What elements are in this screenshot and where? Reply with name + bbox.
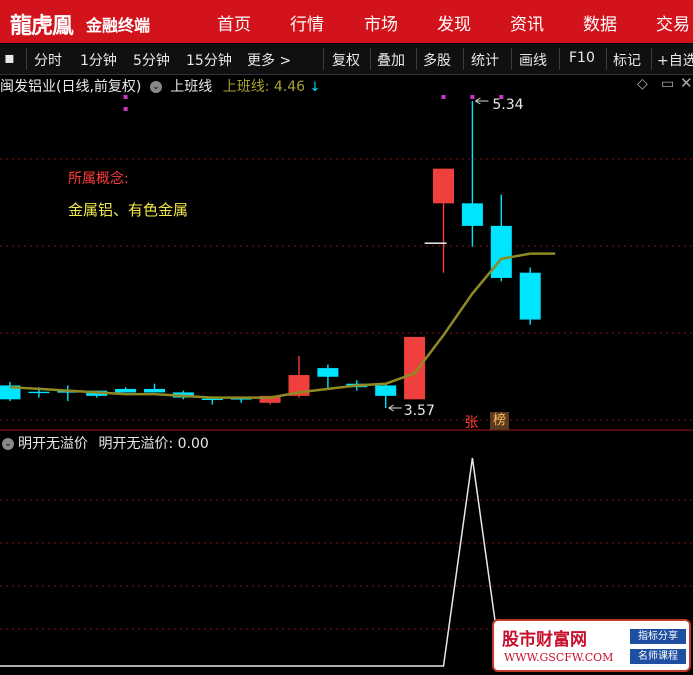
divider [416,48,417,70]
candle-body [259,395,281,403]
period-tick[interactable]: 分时 [34,50,62,70]
window-icon[interactable]: ▭ [661,76,674,92]
candle-body [346,383,368,388]
candle-body [404,336,426,400]
candles [0,101,556,408]
multi-stock-button[interactable]: 多股 [423,50,451,70]
sub-indicator-name[interactable]: 明开无溢价 [18,436,88,452]
watermark-tag-courses: 名师课程 [630,649,686,664]
chart-grid [0,158,693,630]
divider [463,48,464,70]
chart-toolbar: ▪ 分时 1分钟 5分钟 15分钟 更多 > 复权 叠加 多股 统计 画线 F1… [0,44,693,75]
indicator-name[interactable]: 上班线 [170,79,212,95]
period-more[interactable]: 更多 > [247,50,291,70]
candle-body [172,392,194,398]
chevron-down-icon[interactable]: ⌄ [149,81,162,93]
signal-dot [470,95,475,99]
square-icon[interactable]: ▪ [4,48,15,67]
watermark-logo: 股市财富网 WWW.GSCFW.COM 指标分享 名师课程 [492,619,691,672]
divider [606,48,607,70]
sub-indicator-value: 明开无溢价: 0.00 [98,436,209,452]
candle-body [115,388,137,393]
high-label: 5.34 [492,97,523,113]
period-1min[interactable]: 1分钟 [80,50,117,70]
low-arrow [388,404,402,412]
candle-body [0,385,21,400]
mark-button[interactable]: 标记 [613,50,641,70]
candle-body [490,225,512,278]
nav-quotes[interactable]: 行情 [290,10,324,35]
divider [26,48,27,70]
divider [511,48,512,70]
nav-home[interactable]: 首页 [217,10,251,35]
overlay-button[interactable]: 叠加 [377,50,405,70]
period-5min[interactable]: 5分钟 [133,50,170,70]
nav-data[interactable]: 数据 [583,10,617,35]
f10-button[interactable]: F10 [569,50,595,66]
divider [559,48,560,70]
brand-logo[interactable]: 龍虎鳯 [10,8,74,40]
top-nav-bar: 龍虎鳯 金融终端 首页 行情 市场 发现 资讯 数据 交易 [0,0,693,43]
divider [370,48,371,70]
limit-up-badge[interactable]: 张 [462,412,481,431]
nav-news[interactable]: 资讯 [510,10,544,35]
candle-body [375,385,397,396]
sub-chart-header: ⌄ 明开无溢价 明开无溢价: 0.00 [0,433,209,453]
add-watchlist-button[interactable]: +自选 [657,50,693,70]
nav-market[interactable]: 市场 [364,10,398,35]
nav-discover[interactable]: 发现 [437,10,471,35]
sub-indicator-line [0,457,560,667]
signal-dot [499,95,504,99]
candle-body [461,203,483,226]
candle-body [144,388,165,393]
candle-body [57,390,79,393]
signal-dot [123,107,128,111]
app-name: 金融终端 [86,16,151,35]
candle-body [519,272,541,320]
candle-body [433,168,454,204]
chevron-down-icon[interactable]: ⌄ [2,438,14,450]
main-chart-header: 闽发铝业(日线,前复权) ⌄ 上班线 上班线: 4.46 ↓ [0,76,320,96]
divider [651,48,652,70]
candle-body [86,390,108,396]
candle-body [230,397,252,400]
candle-body [288,375,310,396]
nav-trade[interactable]: 交易 [656,10,690,35]
adjust-button[interactable]: 复权 [332,50,360,70]
draw-line-button[interactable]: 画线 [519,50,547,70]
divider [323,48,324,70]
ranking-badge[interactable]: 榜 [490,412,509,430]
high-arrow [475,97,489,105]
concept-label: 所属概念: [68,171,129,187]
candle-body [317,368,339,377]
watermark-tag-indicators: 指标分享 [630,629,686,644]
watermark-url: WWW.GSCFW.COM [504,651,614,664]
diamond-icon[interactable]: ◇ [637,76,648,92]
signal-dot [441,95,446,99]
annotations: 5.34 3.57 [123,95,524,419]
low-label: 3.57 [404,403,435,419]
ma-line [9,252,531,399]
stats-button[interactable]: 统计 [471,50,499,70]
close-icon[interactable]: ✕ [680,74,693,92]
stock-title: 闽发铝业(日线,前复权) [0,79,142,95]
arrow-down-icon: ↓ [309,80,321,95]
indicator-value: 上班线: 4.46 [222,79,306,95]
period-15min[interactable]: 15分钟 [186,50,232,70]
kline-chart: 5.34 3.57 [0,95,693,667]
watermark-title: 股市财富网 [502,630,587,650]
concept-value: 金属铝、有色金属 [68,201,189,219]
